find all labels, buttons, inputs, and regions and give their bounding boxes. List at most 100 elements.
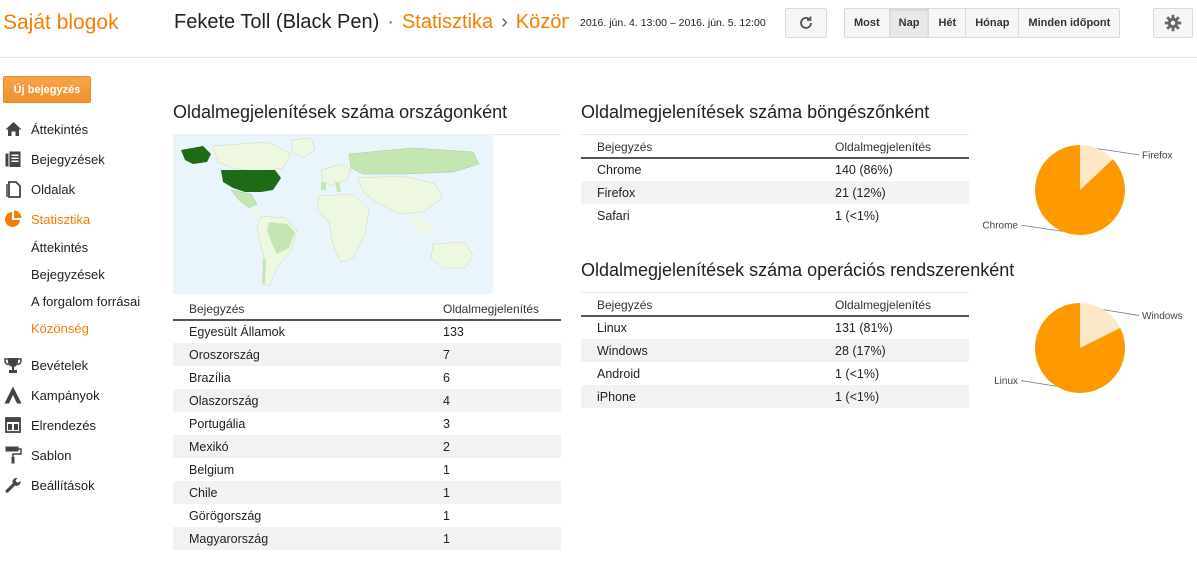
os-views: 28 (17%) [835,339,969,362]
range-now-button[interactable]: Most [844,8,890,38]
countries-col-name-header: Bejegyzés [173,298,443,321]
country-views: 3 [443,416,450,431]
sidebar-subitem-audience[interactable]: Közönség [0,315,160,342]
country-views: 6 [443,370,450,385]
breadcrumb-chevron: › [501,11,508,33]
sidebar-item-label: Kampányok [31,387,100,403]
os-views: 131 (81%) [835,321,893,335]
table-row: Safari 1 (<1%) [581,204,969,227]
range-month-button[interactable]: Hónap [966,8,1020,38]
world-map-svg [173,134,493,294]
table-row: Egyesült Államok 133 [173,320,561,343]
country-views: 1 [443,462,450,477]
stats-pie-icon [4,210,22,228]
gear-icon [1164,14,1182,32]
country-views: 1 [443,508,450,523]
country-name: Portugália [189,416,246,431]
os-pie-chart: Windows Linux [974,296,1189,403]
range-day-button[interactable]: Nap [889,8,930,38]
sidebar-subitem-traffic-sources[interactable]: A forgalom forrásai [0,288,160,315]
browsers-col-views-header: Oldalmegjelenítés [835,136,969,159]
os-name: iPhone [581,385,835,408]
countries-section-title: Oldalmegjelenítések száma országonként [173,102,508,122]
settings-button[interactable] [1153,8,1193,38]
os-views: 1 (<1%) [835,366,880,381]
table-row: Windows 28 (17%) [581,339,969,362]
top-header: Saját blogok Fekete Toll (Black Pen) · Sta… [0,0,1197,58]
os-views: 1 (<1%) [835,385,969,408]
country-views: 1 [443,527,561,550]
table-row: Linux 131 (81%) [581,316,969,339]
sidebar-item-template[interactable]: Sablon [0,440,160,470]
breadcrumb-blog-name[interactable]: Fekete Toll (Black Pen) [174,11,379,33]
breadcrumb: Fekete Toll (Black Pen) · Statisztika › Közö… [174,11,569,34]
os-name: Android [597,366,641,381]
countries-table: Bejegyzés Oldalmegjelenítés Egyesült Áll… [173,298,561,550]
browsers-col-name-header: Bejegyzés [581,136,835,159]
sidebar-item-earnings[interactable]: Bevételek [0,350,160,380]
browsers-pie-chart: Firefox Chrome [974,138,1189,245]
pie-label-chrome: Chrome [982,221,1018,232]
table-row: Chile 1 [173,481,561,504]
sidebar-item-posts[interactable]: Bejegyzések [0,144,160,174]
refresh-icon [800,16,812,29]
browser-name: Firefox [581,181,835,204]
breadcrumb-stats[interactable]: Statisztika [402,11,493,33]
browser-views: 21 (12%) [835,181,969,204]
sidebar-item-layout[interactable]: Elrendezés [0,410,160,440]
browsers-title-divider [581,134,969,135]
country-name: Brazília [189,370,231,385]
os-pie-svg: Windows Linux [994,303,1183,393]
table-row: Android 1 (<1%) [581,362,969,385]
country-views: 7 [443,343,561,366]
table-row: Belgium 1 [173,458,561,481]
table-row: Görögország 1 [173,504,561,527]
browser-views: 140 (86%) [835,163,893,177]
browser-name: Safari [597,208,630,223]
breadcrumb-current: Közönség [515,11,569,33]
browser-views: 1 (<1%) [835,208,880,223]
sidebar-item-label: Statisztika [31,211,91,227]
os-section-title: Oldalmegjelenítések száma operációs rend… [581,260,1015,280]
os-col-name-header: Bejegyzés [581,294,835,317]
home-icon [4,120,22,138]
pie-label-linux: Linux [994,376,1018,387]
new-post-button[interactable]: Új bejegyzés [3,76,91,103]
breadcrumb-separator: · [387,11,394,33]
sidebar-item-label: Bejegyzések [31,151,105,167]
country-views: 2 [443,435,561,458]
sidebar-subitem-posts[interactable]: Bejegyzések [0,261,160,288]
time-range-selector: Most Nap Hét Hónap Minden időpont [844,8,1121,38]
country-name: Mexikó [173,435,443,458]
browsers-section-title: Oldalmegjelenítések száma böngészőnként [581,102,930,122]
country-views: 1 [443,481,561,504]
world-map[interactable] [173,134,493,294]
country-views: 4 [443,389,561,412]
sidebar-item-stats[interactable]: Statisztika [0,204,160,234]
os-table: Bejegyzés Oldalmegjelenítés Linux 131 (81… [581,294,969,408]
sidebar-item-label: Elrendezés [31,417,97,433]
app-title[interactable]: Saját blogok [3,11,119,35]
pie-label-windows: Windows [1142,311,1183,322]
sidebar-item-overview[interactable]: Áttekintés [0,114,160,144]
pie-label-firefox: Firefox [1142,150,1173,161]
sidebar-item-label: Bevételek [31,357,89,373]
sidebar-subitem-overview[interactable]: Áttekintés [0,234,160,261]
table-row: Mexikó 2 [173,435,561,458]
table-row: Magyarország 1 [173,527,561,550]
sidebar-nav: Áttekintés Bejegyzések Oldalak Statiszti… [0,114,160,500]
table-row: Brazília 6 [173,366,561,389]
range-all-time-button[interactable]: Minden időpont [1019,8,1121,38]
sidebar-item-campaigns[interactable]: Kampányok [0,380,160,410]
os-name: Windows [581,339,835,362]
refresh-button[interactable] [785,8,827,38]
browsers-pie-svg: Firefox Chrome [982,145,1173,235]
sidebar-item-settings[interactable]: Beállítások [0,470,160,500]
table-row: Firefox 21 (12%) [581,181,969,204]
sidebar-item-pages[interactable]: Oldalak [0,174,160,204]
range-week-button[interactable]: Hét [929,8,967,38]
trophy-icon [4,356,22,374]
table-row: Portugália 3 [173,412,561,435]
date-range-text: 2016. jún. 4. 13:00 – 2016. jún. 5. 12:0… [580,17,766,29]
country-name: Olaszország [173,389,443,412]
